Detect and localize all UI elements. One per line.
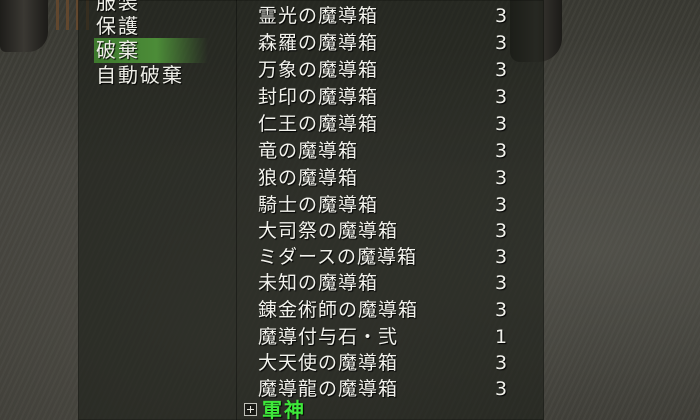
game-screen: 服装 保護 破棄 自動破棄 霊光の魔導箱 3 森羅の魔導箱 3 万象の魔導箱 3… (0, 0, 700, 420)
item-name: 錬金術師の魔導箱 (258, 299, 419, 321)
expand-plus-icon[interactable] (244, 403, 257, 416)
list-item[interactable]: 仁王の魔導箱 3 (258, 111, 528, 138)
item-quantity: 3 (494, 167, 508, 189)
item-quantity: 3 (494, 59, 508, 81)
item-name: 森羅の魔導箱 (258, 32, 379, 54)
category-item-discard[interactable]: 破棄 (94, 38, 208, 63)
category-item-auto-discard[interactable]: 自動破棄 (96, 63, 184, 88)
item-name: 魔導付与石・弐 (258, 326, 399, 348)
list-item[interactable]: 大天使の魔導箱 3 (258, 350, 528, 377)
group-header-label: 軍神 (262, 398, 306, 420)
item-name: 狼の魔導箱 (258, 167, 359, 189)
list-item[interactable]: 霊光の魔導箱 3 (258, 3, 528, 30)
item-quantity: 3 (494, 272, 508, 294)
list-item[interactable]: 森羅の魔導箱 3 (258, 30, 528, 57)
item-name: 封印の魔導箱 (258, 86, 379, 108)
item-name: 仁王の魔導箱 (258, 113, 379, 135)
list-item[interactable]: 魔導付与石・弐 1 (258, 324, 528, 351)
item-quantity: 3 (494, 86, 508, 108)
list-item[interactable]: 万象の魔導箱 3 (258, 57, 528, 84)
item-quantity: 3 (494, 140, 508, 162)
list-item[interactable]: 錬金術師の魔導箱 3 (258, 297, 528, 324)
item-name: 未知の魔導箱 (258, 272, 379, 294)
category-item-clothing[interactable]: 服装 (96, 0, 140, 15)
list-item[interactable]: 未知の魔導箱 3 (258, 270, 528, 297)
item-name: 大司祭の魔導箱 (258, 220, 399, 242)
item-quantity: 3 (494, 299, 508, 321)
item-quantity: 3 (494, 32, 508, 54)
list-item[interactable]: 封印の魔導箱 3 (258, 84, 528, 111)
item-name: 万象の魔導箱 (258, 59, 379, 81)
list-item[interactable]: 大司祭の魔導箱 3 (258, 218, 528, 245)
item-name: 霊光の魔導箱 (258, 5, 379, 27)
item-quantity: 3 (494, 220, 508, 242)
list-item[interactable]: 狼の魔導箱 3 (258, 165, 528, 192)
item-quantity: 3 (494, 5, 508, 27)
list-item[interactable]: 騎士の魔導箱 3 (258, 192, 528, 219)
item-name: 大天使の魔導箱 (258, 352, 399, 374)
item-name: 竜の魔導箱 (258, 140, 359, 162)
list-item[interactable]: 竜の魔導箱 3 (258, 138, 528, 165)
item-quantity: 1 (494, 326, 508, 348)
item-quantity: 3 (494, 194, 508, 216)
tree-trunk-left (0, 0, 48, 52)
item-quantity: 3 (494, 378, 508, 400)
item-name: 騎士の魔導箱 (258, 194, 379, 216)
category-item-protect[interactable]: 保護 (96, 14, 140, 39)
item-quantity: 3 (494, 352, 508, 374)
item-name: ミダースの魔導箱 (258, 246, 418, 268)
item-quantity: 3 (494, 246, 508, 268)
list-item[interactable]: ミダースの魔導箱 3 (258, 244, 528, 271)
panel-divider (236, 0, 237, 420)
item-quantity: 3 (494, 113, 508, 135)
